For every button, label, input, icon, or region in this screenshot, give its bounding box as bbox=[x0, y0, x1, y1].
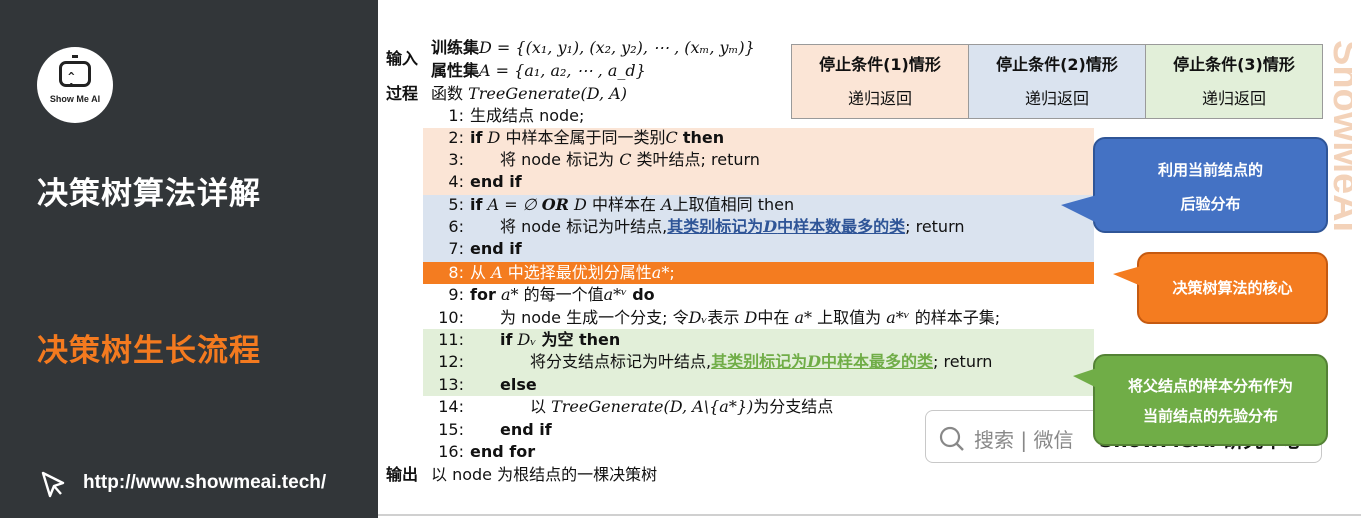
search-label: 搜索 | 微信 bbox=[974, 428, 1074, 452]
logo-text: Show Me AI bbox=[49, 94, 101, 104]
step-line: 2: if D 中样本全属于同一类别C then bbox=[448, 128, 725, 147]
step-line: 14: 以 TreeGenerate(D, A\{a*})为分支结点 bbox=[438, 397, 834, 416]
page-subtitle: 决策树生长流程 bbox=[37, 333, 261, 369]
sidebar-panel: ^ ^ Show Me AI 决策树算法详解 决策树生长流程 http://ww… bbox=[0, 0, 378, 518]
page-title: 决策树算法详解 bbox=[37, 176, 261, 212]
step-line: 15: end if bbox=[438, 420, 552, 439]
input-attr-line: 属性集A = {a₁, a₂, ⋯ , a_d} bbox=[431, 61, 646, 80]
step-line: 3: 将 node 标记为 C 类叶结点; return bbox=[448, 150, 760, 169]
callout-core: 决策树算法的核心 bbox=[1113, 252, 1328, 324]
stop-condition-cell: 停止条件(2)情形 递归返回 bbox=[968, 44, 1146, 119]
process-line: 过程 函数 TreeGenerate(D, A) bbox=[386, 84, 627, 103]
step-line: 16: end for bbox=[438, 442, 536, 461]
step-line: 7: end if bbox=[448, 239, 522, 258]
step-line: 5: if A = ∅ OR D 中样本在 A上取值相同 then bbox=[448, 195, 795, 214]
step-line-core: 8: 从 A 中选择最优划分属性a*; bbox=[448, 263, 675, 282]
cursor-click-icon bbox=[41, 471, 65, 498]
step-line: 4: end if bbox=[448, 172, 522, 191]
step-line: 10: 为 node 生成一个分支; 令Dᵥ表示 D中在 a* 上取值为 a*ᵛ … bbox=[438, 308, 1001, 327]
step-line: 9: for a* 的每一个值a*ᵛ do bbox=[448, 285, 655, 304]
step-line: 13: else bbox=[438, 375, 537, 394]
robot-face-icon: ^ ^ bbox=[59, 55, 91, 93]
showmeai-logo: ^ ^ Show Me AI bbox=[37, 47, 113, 123]
input-train-line: 训练集D = {(x₁, y₁), (x₂, y₂), ⋯ , (xₘ, yₘ)… bbox=[431, 38, 755, 57]
search-icon bbox=[939, 426, 964, 451]
callout-prior: 将父结点的样本分布作为 当前结点的先验分布 bbox=[1073, 354, 1328, 446]
step-line: 6: 将 node 标记为叶结点,其类别标记为D中样本数最多的类; return bbox=[448, 217, 965, 236]
stop-conditions-table: 停止条件(1)情形 递归返回 停止条件(2)情形 递归返回 停止条件(3)情形 … bbox=[791, 44, 1323, 119]
step-line: 1: 生成结点 node; bbox=[448, 106, 585, 125]
svg-text:ShowMeAI: ShowMeAI bbox=[1325, 40, 1352, 232]
callout-posterior: 利用当前结点的 后验分布 bbox=[1061, 137, 1328, 233]
output-line: 输出以 node 为根结点的一棵决策树 bbox=[386, 465, 658, 484]
step-line: 11: if Dᵥ 为空 then bbox=[438, 330, 621, 349]
step-line: 12: 将分支结点标记为叶结点,其类别标记为D中样本最多的类; return bbox=[438, 352, 993, 371]
bottom-divider bbox=[378, 514, 1361, 516]
site-url-link[interactable]: http://www.showmeai.tech/ bbox=[83, 472, 326, 494]
stop-condition-cell: 停止条件(1)情形 递归返回 bbox=[791, 44, 969, 119]
